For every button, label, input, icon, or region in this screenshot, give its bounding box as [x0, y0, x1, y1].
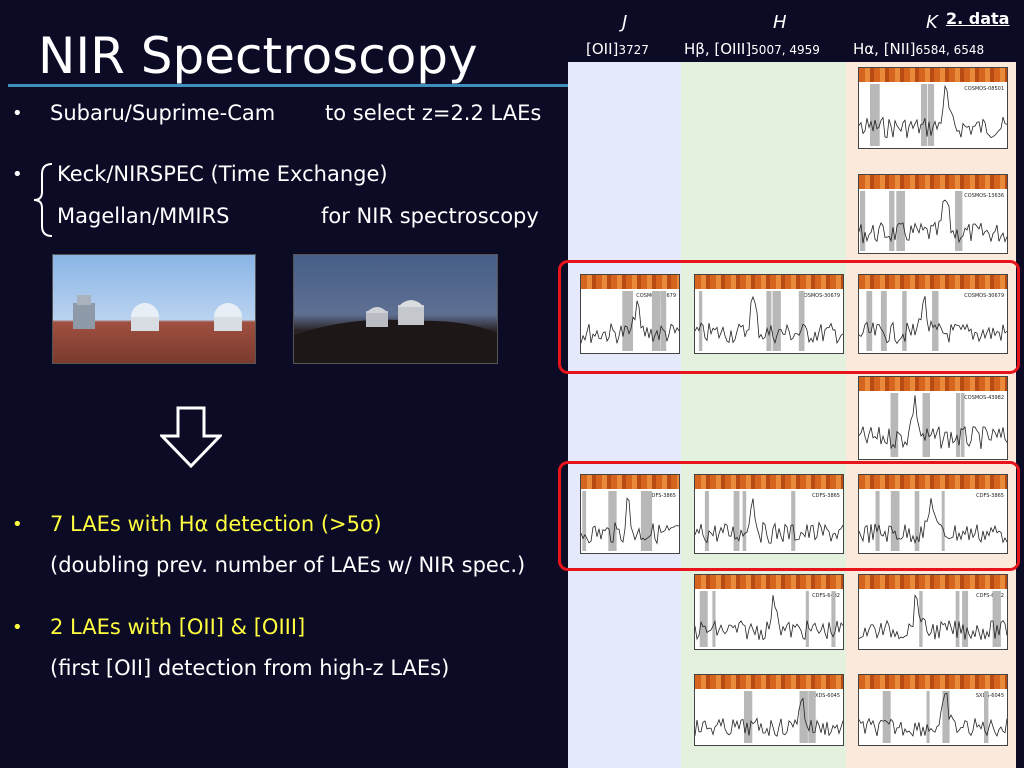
bullet-2-line-1: Keck/NIRSPEC (Time Exchange) — [57, 162, 388, 186]
sky-line-mask — [922, 393, 930, 457]
spectrum-2d-strip — [859, 68, 1007, 82]
spectrum-trace — [859, 594, 1007, 640]
spectrum-panel: CDFS-6482 — [858, 574, 1008, 650]
spectrum-trace — [859, 395, 1007, 450]
sky-line-mask — [956, 393, 961, 457]
spectrum-panel: COSMOS-13636 — [858, 174, 1008, 254]
spectrum-trace — [859, 199, 1007, 244]
sky-line-mask — [927, 84, 935, 146]
title-underline — [8, 84, 568, 87]
spectrum-panel: COSMOS-08501 — [858, 67, 1008, 149]
spectrum-plot — [859, 191, 1007, 251]
sky-line-mask — [984, 691, 989, 743]
bullet-1-text: Subaru/Suprime-Cam — [50, 101, 276, 125]
sky-line-mask — [889, 191, 895, 251]
spectrum-trace — [695, 595, 843, 641]
bullet-2-suffix: for NIR spectroscopy — [321, 204, 539, 228]
band-j-wavelength: 3727 — [618, 43, 649, 57]
spectrum-plot — [695, 691, 843, 743]
band-k-lines: Hα, [NII]6584, 6548 — [853, 40, 984, 58]
spectrum-plot — [859, 84, 1007, 146]
bullet-3-main: 7 LAEs with Hα detection (>5σ) — [50, 512, 382, 536]
spectrum-2d-strip — [859, 675, 1007, 689]
j-band-column — [568, 62, 681, 768]
band-j-lines: [OII]3727 — [586, 40, 649, 58]
sky-line-mask — [921, 84, 927, 146]
down-arrow-icon — [160, 406, 222, 468]
bullet-4-sub: (first [OII] detection from high-z LAEs) — [50, 656, 450, 680]
spectrum-2d-strip — [859, 575, 1007, 589]
band-h-wavelength: 5007, 4959 — [751, 43, 820, 57]
band-k-label: K — [926, 12, 938, 33]
sky-line-mask — [805, 591, 809, 647]
spectrum-panel: COSMOS-43982 — [858, 376, 1008, 460]
sky-line-mask — [808, 691, 816, 743]
spectrum-panel: SXDS-6045 — [694, 674, 844, 746]
section-tag: 2. data — [946, 9, 1010, 28]
sky-line-mask — [882, 691, 891, 743]
left-brace-icon — [33, 163, 53, 237]
band-j-line: [OII] — [586, 40, 619, 58]
bullet-1-suffix: to select z=2.2 LAEs — [325, 101, 542, 125]
band-h-lines: Hβ, [OIII]5007, 4959 — [684, 40, 820, 58]
sky-line-mask — [960, 393, 965, 457]
bullet-dot: • — [12, 164, 23, 185]
sky-line-mask — [919, 591, 923, 647]
bullet-dot: • — [12, 514, 23, 535]
spectrum-panel: CDFS-6482 — [694, 574, 844, 650]
band-h-label: H — [773, 12, 787, 33]
band-k-wavelength: 6584, 6548 — [915, 43, 985, 57]
spectrum-trace — [695, 697, 843, 737]
slide-title: NIR Spectroscopy — [38, 27, 478, 85]
bullet-dot: • — [12, 617, 23, 638]
spectra-figure: COSMOS-08501 COSMOS-13636 COSMOS-30679 COSM… — [568, 62, 1016, 768]
sky-line-mask — [896, 191, 905, 251]
highlight-box-cdfs-3865 — [558, 461, 1020, 571]
sky-line-mask — [955, 591, 960, 647]
sky-line-mask — [870, 84, 879, 146]
spectrum-plot — [859, 691, 1007, 743]
sky-line-mask — [831, 591, 836, 647]
bullet-4-main: 2 LAEs with [OII] & [OIII] — [50, 615, 306, 639]
spectrum-2d-strip — [695, 575, 843, 589]
sky-line-mask — [992, 591, 1001, 647]
spectrum-plot — [695, 591, 843, 647]
band-k-line: Hα, [NII] — [853, 40, 916, 58]
bullet-dot: • — [12, 103, 23, 124]
magellan-telescope-photo — [293, 254, 498, 364]
sky-line-mask — [926, 691, 930, 743]
spectrum-plot — [859, 393, 1007, 457]
band-j-label: J — [622, 12, 628, 33]
spectrum-2d-strip — [859, 175, 1007, 189]
spectrum-2d-strip — [695, 675, 843, 689]
bullet-2-line-2: Magellan/MMIRS — [57, 204, 230, 228]
keck-telescope-photo — [52, 254, 256, 364]
spectrum-panel: SXDS-6045 — [858, 674, 1008, 746]
highlight-box-cosmos-30679 — [558, 260, 1020, 374]
sky-line-mask — [744, 691, 753, 743]
spectrum-2d-strip — [859, 377, 1007, 391]
band-h-line: Hβ, [OIII] — [684, 40, 752, 58]
sky-line-mask — [712, 591, 716, 647]
bullet-3-sub: (doubling prev. number of LAEs w/ NIR sp… — [50, 553, 526, 577]
sky-line-mask — [699, 591, 708, 647]
spectrum-plot — [859, 591, 1007, 647]
h-band-column — [681, 62, 846, 768]
